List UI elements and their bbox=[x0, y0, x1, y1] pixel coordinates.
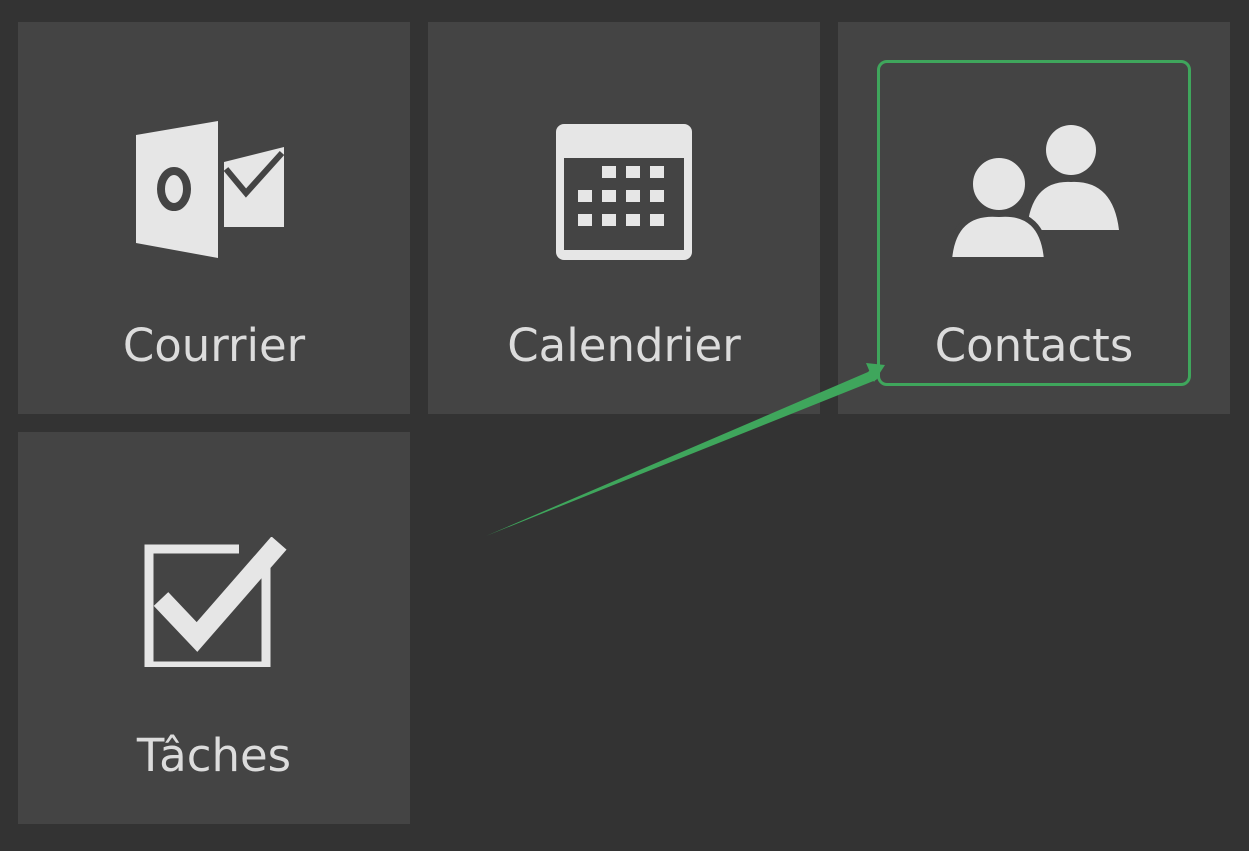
outlook-mail-icon bbox=[18, 112, 410, 272]
calendar-icon bbox=[428, 112, 820, 272]
tile-calendar[interactable]: Calendrier bbox=[428, 22, 820, 414]
contacts-people-icon bbox=[838, 112, 1230, 272]
tile-contacts-label: Contacts bbox=[934, 319, 1134, 372]
tile-mail[interactable]: Courrier bbox=[18, 22, 410, 414]
tile-tasks[interactable]: Tâches bbox=[18, 432, 410, 824]
tile-contacts[interactable]: Contacts bbox=[838, 22, 1230, 414]
tile-mail-label: Courrier bbox=[122, 319, 306, 372]
tile-calendar-label: Calendrier bbox=[507, 319, 741, 372]
tile-tasks-label: Tâches bbox=[136, 729, 292, 782]
checkbox-checked-icon bbox=[18, 522, 410, 682]
